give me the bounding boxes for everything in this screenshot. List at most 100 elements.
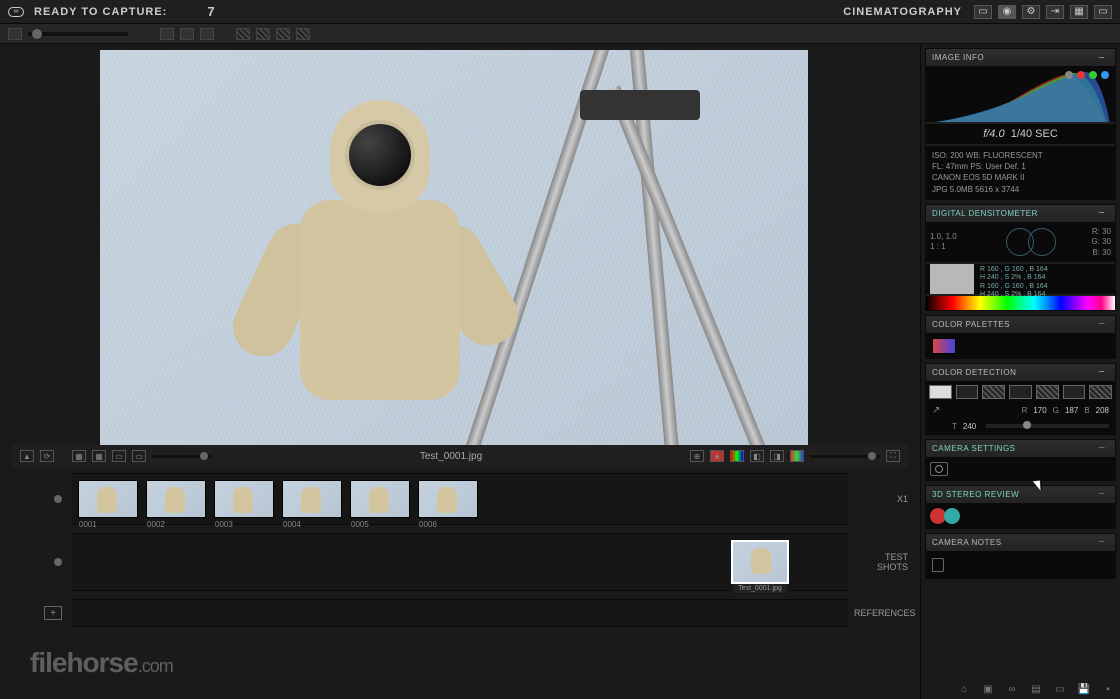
stereo-review-panel: 3D STEREO REVIEW – — [925, 485, 1116, 529]
opacity-slider[interactable] — [152, 455, 212, 458]
sample-circle-icon[interactable] — [1028, 228, 1056, 256]
bottom-tool-row: ⌂ ▣ ∞ ▤ ▭ 💾 ▪ — [956, 683, 1116, 695]
test-shot-thumb[interactable]: Test_0001.jpg — [732, 541, 788, 583]
panel-title: COLOR DETECTION — [932, 368, 1016, 377]
tool-home-icon[interactable]: ⌂ — [956, 683, 972, 695]
workspace-icon-3[interactable]: ⚙ — [1022, 5, 1040, 19]
histo-red-icon[interactable] — [1077, 71, 1085, 79]
workspace-icon-1[interactable]: ▭ — [974, 5, 992, 19]
detect-mode-2[interactable] — [956, 385, 979, 399]
eyedropper-icon[interactable]: ↗ — [932, 405, 940, 416]
histo-green-icon[interactable] — [1089, 71, 1097, 79]
tool-save-icon[interactable]: 💾 — [1076, 683, 1092, 695]
track-label-test: TEST SHOTS — [848, 552, 908, 572]
histo-blue-icon[interactable] — [1101, 71, 1109, 79]
target-icon[interactable]: ⊕ — [690, 450, 704, 462]
camera-icon[interactable] — [930, 462, 948, 476]
exposure-slider[interactable] — [810, 455, 880, 458]
frame-number: 7 — [207, 4, 214, 19]
overlay-4[interactable] — [296, 28, 310, 40]
watermark: filehorse.com — [30, 647, 173, 679]
panel-title: 3D STEREO REVIEW — [932, 490, 1019, 499]
frame-thumb[interactable]: 0003 — [214, 480, 274, 518]
histogram[interactable] — [926, 67, 1115, 122]
color-palettes-panel: COLOR PALETTES – — [925, 315, 1116, 359]
detect-mode-6[interactable] — [1063, 385, 1086, 399]
preview-image[interactable] — [100, 50, 808, 445]
collapse-icon[interactable]: ⎯ — [1099, 208, 1109, 218]
view-mode-1[interactable] — [160, 28, 174, 40]
histo-lum-icon[interactable] — [1065, 71, 1073, 79]
channel-color-icon[interactable] — [790, 450, 804, 462]
frame-thumb[interactable]: 0004 — [282, 480, 342, 518]
zoom-fit-button[interactable] — [8, 28, 22, 40]
x1-track[interactable]: 0001 0002 0003 0004 0005 0006 — [72, 473, 848, 525]
detect-mode-solid[interactable] — [929, 385, 952, 399]
frame-thumb[interactable]: 0001 — [78, 480, 138, 518]
panel-title: DIGITAL DENSITOMETER — [932, 209, 1038, 218]
grid-1-icon[interactable]: ▦ — [72, 450, 86, 462]
panel-title: COLOR PALETTES — [932, 320, 1010, 329]
panel-title: IMAGE INFO — [932, 53, 984, 62]
frame-thumb[interactable]: 0005 — [350, 480, 410, 518]
detect-mode-4[interactable] — [1009, 385, 1032, 399]
fullscreen-icon[interactable]: ⛶ — [886, 450, 900, 462]
main-viewport-pane: ▲ ⟳ ▦ ▦ ▭ ▭ Test_0001.jpg ⊕ ● ◧ ◨ ⛶ 0001 — [0, 44, 920, 699]
track-toggle-1[interactable] — [54, 495, 62, 503]
exposure-readout: f/4.0 1/40 SEC — [926, 124, 1115, 144]
channel-bw-icon[interactable]: ◧ — [750, 450, 764, 462]
stereo-cyan-icon[interactable] — [944, 508, 960, 524]
tool-layers-icon[interactable]: ▤ — [1028, 683, 1044, 695]
threshold-slider[interactable] — [986, 424, 1109, 428]
panel-title: CAMERA NOTES — [932, 538, 1002, 547]
notes-icon[interactable] — [932, 558, 944, 572]
overlay-1[interactable] — [236, 28, 250, 40]
frame-thumb[interactable]: 0006 — [418, 480, 478, 518]
image-info-panel: IMAGE INFO⎯ f/4.0 1/ — [925, 48, 1116, 200]
overlay-2[interactable] — [256, 28, 270, 40]
frame-thumb[interactable]: 0002 — [146, 480, 206, 518]
workspace-icon-4[interactable]: ⇥ — [1046, 5, 1064, 19]
add-frame-button[interactable]: + — [44, 606, 62, 620]
record-icon[interactable]: ● — [710, 450, 724, 462]
top-bar: ∞ READY TO CAPTURE: 7 CINEMATOGRAPHY ▭ ◉… — [0, 0, 1120, 24]
tool-more-icon[interactable]: ▪ — [1100, 683, 1116, 695]
detect-mode-5[interactable] — [1036, 385, 1059, 399]
inspector-pane: IMAGE INFO⎯ f/4.0 1/ — [920, 44, 1120, 699]
densitometer-readout: 1.0, 1.01 : 1 R: 30G: 30B: 30 — [926, 223, 1115, 262]
rgb-channels-icon[interactable] — [730, 450, 744, 462]
test-shots-track[interactable]: Test_0001.jpg — [72, 533, 848, 591]
zoom-slider[interactable] — [28, 32, 128, 36]
collapse-icon[interactable]: ⎯ — [1099, 367, 1109, 377]
collapse-icon[interactable]: ⎯ — [1099, 53, 1109, 63]
rotate-icon[interactable]: ⟳ — [40, 450, 54, 462]
detect-mode-3[interactable] — [982, 385, 1005, 399]
tool-folder-icon[interactable]: ▭ — [1052, 683, 1068, 695]
view-mode-3[interactable] — [200, 28, 214, 40]
palette-swatch[interactable] — [932, 338, 956, 354]
collapse-icon[interactable]: – — [1099, 443, 1109, 453]
view-mode-2[interactable] — [180, 28, 194, 40]
references-track[interactable] — [72, 599, 848, 627]
track-toggle-2[interactable] — [54, 558, 62, 566]
color-swatch[interactable] — [930, 264, 974, 294]
camera-notes-panel: CAMERA NOTES – — [925, 533, 1116, 579]
grid-4-icon[interactable]: ▭ — [132, 450, 146, 462]
secondary-toolbar — [0, 24, 1120, 44]
tool-link-icon[interactable]: ∞ — [1004, 683, 1020, 695]
collapse-icon[interactable]: – — [1099, 537, 1109, 547]
channel-split-icon[interactable]: ◨ — [770, 450, 784, 462]
current-filename: Test_0001.jpg — [218, 451, 684, 462]
collapse-icon[interactable]: – — [1099, 319, 1109, 329]
flip-h-icon[interactable]: ▲ — [20, 450, 34, 462]
overlay-3[interactable] — [276, 28, 290, 40]
tool-camera-icon[interactable]: ▣ — [980, 683, 996, 695]
workspace-icon-2[interactable]: ◉ — [998, 5, 1016, 19]
grid-2-icon[interactable]: ▦ — [92, 450, 106, 462]
grid-3-icon[interactable]: ▭ — [112, 450, 126, 462]
panel-title: CAMERA SETTINGS — [932, 444, 1016, 453]
workspace-icon-5[interactable]: ▦ — [1070, 5, 1088, 19]
detect-mode-7[interactable] — [1089, 385, 1112, 399]
collapse-icon[interactable]: – — [1099, 489, 1109, 499]
workspace-icon-6[interactable]: ▭ — [1094, 5, 1112, 19]
